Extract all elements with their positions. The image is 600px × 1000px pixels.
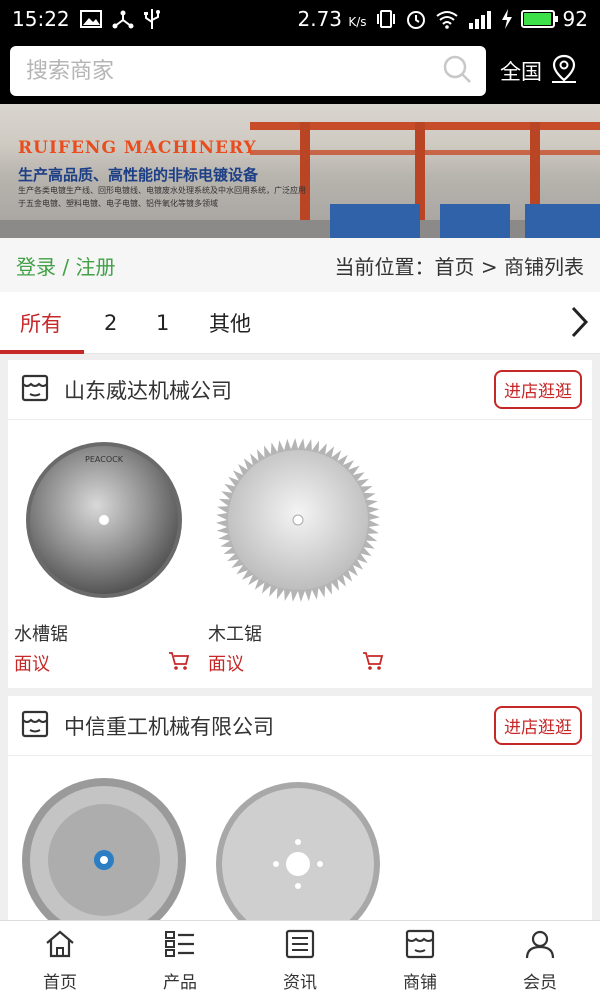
banner-tagline: 生产高品质、高性能的非标电镀设备 bbox=[18, 166, 259, 184]
shop-name[interactable]: 中信重工机械有限公司 bbox=[64, 711, 274, 741]
product-name[interactable]: 木工锯 bbox=[208, 620, 390, 646]
cart-icon[interactable] bbox=[168, 651, 190, 675]
image-icon bbox=[79, 8, 102, 30]
tab-other[interactable]: 其他 bbox=[209, 292, 251, 354]
visit-shop-button[interactable]: 进店逛逛 bbox=[494, 370, 582, 409]
network-speed: 2.73 K/s bbox=[297, 7, 367, 31]
store-icon bbox=[404, 929, 436, 964]
news-icon bbox=[284, 929, 316, 964]
product-image[interactable]: PEACOCK bbox=[14, 434, 194, 614]
breadcrumb: 当前位置：首页 > 商铺列表 bbox=[334, 254, 584, 279]
banner-brand: RUIFENG MACHINERY bbox=[18, 138, 257, 158]
search-input[interactable] bbox=[26, 58, 442, 84]
tab-all[interactable]: 所有 bbox=[0, 292, 84, 354]
product-price: 面议 bbox=[208, 654, 244, 675]
nav-item-home[interactable]: 首页 bbox=[0, 921, 120, 1000]
product-name[interactable]: 水槽锯 bbox=[14, 620, 196, 646]
product-footer: 面议 bbox=[14, 650, 196, 676]
tab-1[interactable]: 1 bbox=[156, 292, 169, 354]
register-link[interactable]: 注册 bbox=[75, 255, 115, 279]
list-icon bbox=[164, 929, 196, 964]
search-bar[interactable] bbox=[10, 46, 486, 96]
visit-shop-button[interactable]: 进店逛逛 bbox=[494, 706, 582, 745]
region-selector[interactable]: 全国 bbox=[500, 54, 578, 89]
bottom-nav: 首页 产品 资讯 商铺 会员 bbox=[0, 920, 600, 1000]
category-tabs: 所有 2 1 其他 bbox=[0, 292, 600, 354]
banner-tank bbox=[330, 204, 420, 238]
product-row bbox=[8, 756, 592, 920]
nav-label: 会员 bbox=[523, 972, 557, 993]
product-price: 面议 bbox=[14, 654, 50, 675]
nav-item-member[interactable]: 会员 bbox=[480, 921, 600, 1000]
store-icon bbox=[20, 709, 50, 743]
nav-label: 商铺 bbox=[403, 972, 437, 993]
banner-tank bbox=[525, 204, 600, 238]
login-link[interactable]: 登录 bbox=[16, 255, 56, 279]
product-card[interactable] bbox=[208, 770, 390, 920]
charging-icon bbox=[501, 8, 513, 30]
product-image[interactable] bbox=[208, 770, 388, 920]
status-bar: 15:22 2.73 K/s 92 bbox=[0, 0, 600, 38]
product-image[interactable] bbox=[14, 770, 194, 920]
battery-icon bbox=[520, 10, 558, 28]
breadcrumb-row: 登录 / 注册 当前位置：首页 > 商铺列表 bbox=[0, 238, 600, 292]
usb-icon bbox=[143, 8, 160, 30]
home-icon bbox=[44, 929, 76, 964]
auth-links: 登录 / 注册 bbox=[16, 251, 115, 280]
shop-header: 中信重工机械有限公司 进店逛逛 bbox=[8, 696, 592, 756]
product-image-text: PEACOCK bbox=[85, 455, 124, 464]
alarm-icon bbox=[405, 8, 427, 30]
nav-label: 产品 bbox=[163, 972, 197, 993]
shop-name[interactable]: 山东威达机械公司 bbox=[64, 375, 232, 405]
auth-separator: / bbox=[62, 254, 70, 279]
vibrate-icon bbox=[375, 8, 397, 30]
banner-pillar bbox=[300, 122, 310, 232]
store-icon bbox=[20, 373, 50, 407]
banner[interactable]: RUIFENG MACHINERY 生产高品质、高性能的非标电镀设备 生产各类电… bbox=[0, 104, 600, 238]
banner-floor bbox=[0, 220, 600, 238]
cart-icon[interactable] bbox=[362, 651, 384, 675]
shop-card: 山东威达机械公司 进店逛逛 PEACOCK 水槽锯 面议 木工锯 面议 bbox=[8, 360, 592, 688]
shop-card: 中信重工机械有限公司 进店逛逛 bbox=[8, 696, 592, 920]
product-card[interactable]: PEACOCK 水槽锯 面议 bbox=[14, 434, 196, 676]
shop-header: 山东威达机械公司 进店逛逛 bbox=[8, 360, 592, 420]
nav-item-products[interactable]: 产品 bbox=[120, 921, 240, 1000]
product-footer: 面议 bbox=[208, 650, 390, 676]
product-image[interactable] bbox=[208, 434, 388, 614]
tab-2[interactable]: 2 bbox=[104, 292, 117, 354]
banner-tank bbox=[440, 204, 510, 238]
nav-label: 资讯 bbox=[283, 972, 317, 993]
banner-description: 生产各类电镀生产线、回形电镀线、电镀废水处理系统及中水回用系统，广泛应用于五金电… bbox=[18, 186, 306, 208]
nav-item-shops[interactable]: 商铺 bbox=[360, 921, 480, 1000]
chevron-right-icon[interactable] bbox=[568, 304, 590, 344]
product-row: PEACOCK 水槽锯 面议 木工锯 面议 bbox=[8, 420, 592, 688]
wifi-icon bbox=[435, 8, 459, 30]
region-label: 全国 bbox=[500, 60, 542, 84]
battery-percent: 92 bbox=[562, 7, 588, 31]
location-pin-icon bbox=[550, 54, 578, 89]
user-icon bbox=[524, 929, 556, 964]
nav-item-news[interactable]: 资讯 bbox=[240, 921, 360, 1000]
status-time: 15:22 bbox=[12, 7, 70, 31]
header: 全国 bbox=[0, 38, 600, 104]
search-icon[interactable] bbox=[442, 54, 472, 88]
nav-label: 首页 bbox=[43, 972, 77, 993]
product-card[interactable] bbox=[14, 770, 196, 920]
product-card[interactable]: 木工锯 面议 bbox=[208, 434, 390, 676]
signal-4g-icon bbox=[467, 8, 493, 30]
shop-list: 山东威达机械公司 进店逛逛 PEACOCK 水槽锯 面议 木工锯 面议 中信重工… bbox=[0, 354, 600, 920]
network-share-icon bbox=[112, 8, 134, 30]
